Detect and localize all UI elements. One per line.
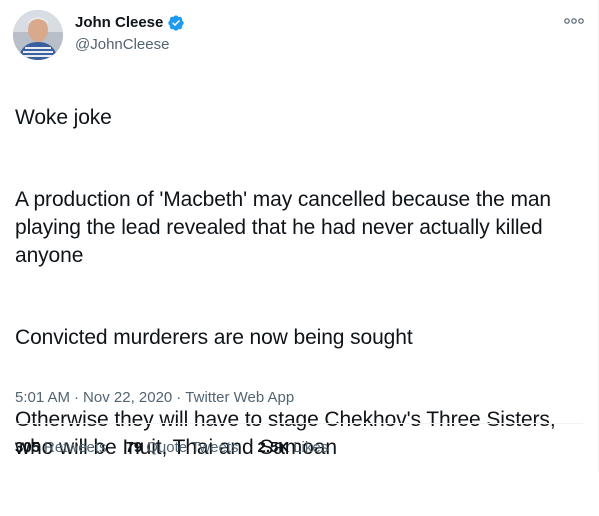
verified-badge-icon bbox=[168, 15, 185, 31]
more-options-icon[interactable] bbox=[562, 15, 586, 27]
author-name[interactable]: John Cleese bbox=[75, 13, 163, 33]
meta-separator: · bbox=[74, 389, 80, 406]
retweets-count: 305 bbox=[15, 439, 41, 456]
quote-tweets-label: Quote Tweets bbox=[146, 439, 239, 456]
likes-stat[interactable]: 2.5K Likes bbox=[258, 438, 329, 458]
meta-separator: · bbox=[176, 389, 182, 406]
tweet-meta: 5:01 AM · Nov 22, 2020 · Twitter Web App bbox=[15, 388, 294, 408]
retweets-stat[interactable]: 305 Retweets bbox=[15, 438, 107, 458]
tweet-paragraph: Convicted murderers are now being sought bbox=[15, 326, 413, 349]
retweets-label: Retweets bbox=[44, 439, 107, 456]
tweet-stats: 305 Retweets 79 Quote Tweets 2.5K Likes bbox=[15, 438, 347, 458]
tweet-paragraph: A production of 'Macbeth' may cancelled … bbox=[15, 188, 552, 267]
tweet-paragraph: Woke joke bbox=[15, 106, 112, 129]
divider bbox=[15, 423, 583, 424]
quote-tweets-stat[interactable]: 79 Quote Tweets bbox=[126, 438, 239, 458]
quote-tweets-count: 79 bbox=[125, 439, 143, 456]
tweet-time[interactable]: 5:01 AM bbox=[15, 388, 70, 408]
likes-label: Likes bbox=[293, 439, 329, 456]
author-handle[interactable]: @JohnCleese bbox=[75, 35, 169, 55]
tweet-date[interactable]: Nov 22, 2020 bbox=[83, 388, 172, 408]
avatar[interactable] bbox=[13, 10, 63, 60]
likes-count: 2.5K bbox=[257, 439, 290, 456]
tweet-card: John Cleese @JohnCleese Woke joke A prod… bbox=[0, 0, 599, 472]
tweet-source[interactable]: Twitter Web App bbox=[185, 388, 294, 408]
avatar-image bbox=[13, 10, 63, 60]
author-name-row[interactable]: John Cleese bbox=[75, 13, 185, 33]
